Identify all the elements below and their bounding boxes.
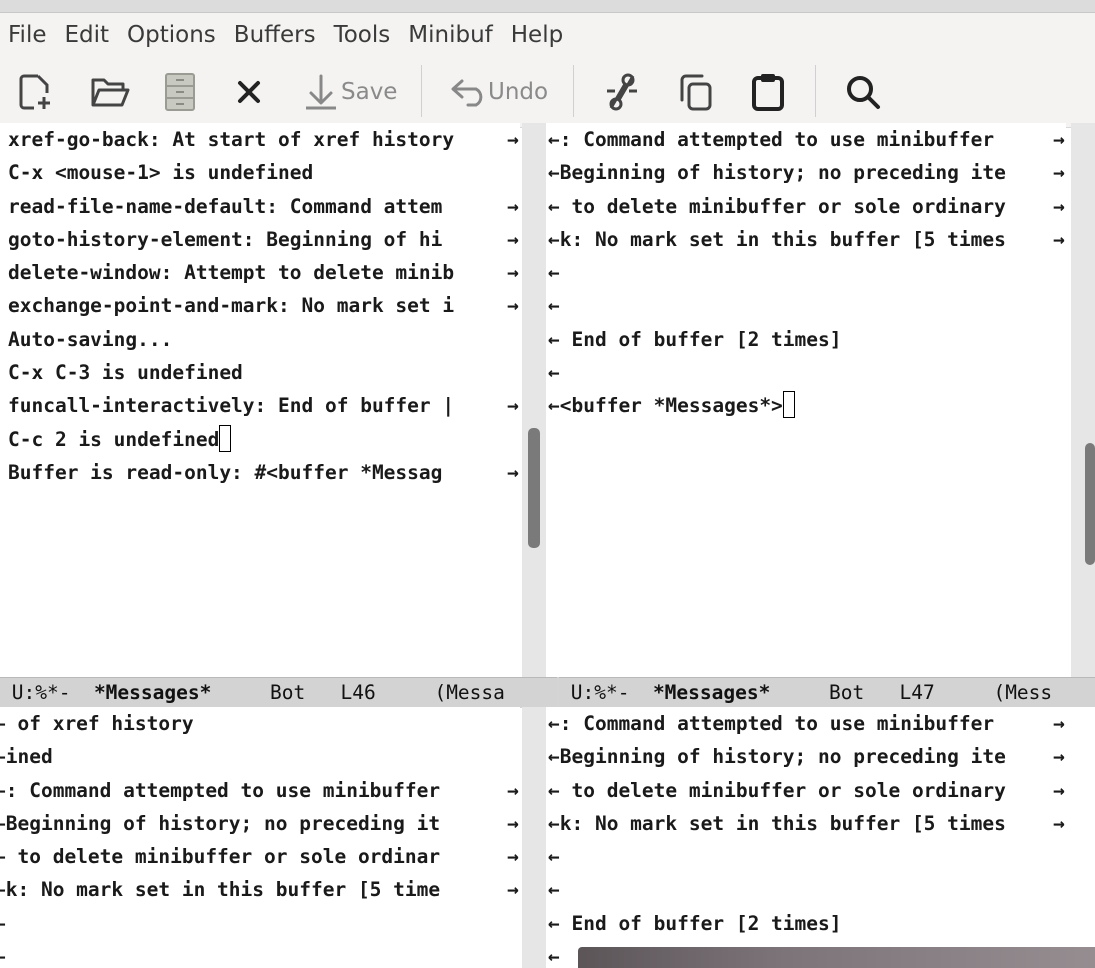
menu-file[interactable]: File (0, 22, 56, 48)
message-line: ← (0, 940, 520, 968)
overlapping-window-edge (578, 947, 1095, 968)
message-line: ← of xref history (0, 712, 194, 735)
kill-buffer-button[interactable] (236, 57, 262, 127)
clipboard-icon (750, 72, 786, 112)
file-cabinet-icon (163, 72, 197, 112)
search-button[interactable] (843, 57, 883, 127)
menu-minibuf[interactable]: Minibuf (399, 22, 501, 48)
copy-button[interactable] (676, 57, 714, 127)
save-label: Save (341, 79, 398, 105)
message-line: ←: Command attempted to use minibuffer → (548, 123, 1066, 157)
scissors-icon (603, 71, 641, 113)
window-title-strip (0, 0, 1095, 13)
message-line: ← (548, 294, 560, 318)
new-file-icon (18, 73, 54, 111)
message-line: xref-go-back: At start of xref history → (8, 123, 520, 157)
scrollbar-bottom-left[interactable] (522, 707, 546, 968)
message-line: ← to delete minibuffer or sole ordinar → (0, 840, 520, 874)
toolbar-separator (815, 65, 816, 117)
message-line: C-c 2 is undefined (8, 423, 520, 456)
menu-buffers[interactable]: Buffers (225, 22, 325, 48)
new-file-button[interactable] (18, 57, 54, 127)
mode-line-right[interactable]: U:%*- *Messages* Bot L47 (Mess (559, 677, 1095, 708)
message-line: ←k: No mark set in this buffer [5 time → (0, 873, 520, 907)
menu-edit[interactable]: Edit (56, 22, 119, 48)
tool-bar: Save Undo (0, 57, 1095, 128)
message-line: ← (548, 845, 560, 869)
message-line: ← (548, 878, 560, 902)
window-top-left[interactable]: xref-go-back: At start of xref history → … (0, 123, 520, 678)
search-icon (843, 72, 883, 112)
menu-tools[interactable]: Tools (325, 22, 400, 48)
message-line: ← (548, 361, 560, 385)
message-line: ← (0, 907, 520, 940)
message-line: Buffer is read-only: #<buffer *Messag → (8, 455, 520, 490)
message-line: delete-window: Attempt to delete minib → (8, 256, 520, 290)
save-button[interactable]: Save (303, 57, 397, 127)
message-line: Auto-saving... (8, 327, 173, 351)
menu-bar: File Edit Options Buffers Tools Minibuf … (0, 13, 1095, 57)
message-line: ←<buffer *Messages*> (548, 389, 1066, 422)
scrollbar-thumb[interactable] (1085, 443, 1095, 565)
window-bottom-left[interactable]: ← of xref history ←ined ←: Command attem… (0, 707, 520, 968)
dired-button[interactable] (163, 57, 197, 127)
menu-options[interactable]: Options (118, 22, 225, 48)
message-line: C-x C-3 is undefined (8, 361, 243, 385)
message-line: ← to delete minibuffer or sole ordinary → (548, 773, 1095, 807)
message-line: ← End of buffer [2 times] (548, 911, 842, 935)
undo-label: Undo (488, 79, 549, 105)
text-cursor (782, 391, 795, 419)
mode-line-left[interactable]: U:%*- *Messages* Bot L46 (Messa (0, 677, 557, 708)
message-line: ←: Command attempted to use minibuffer → (0, 773, 520, 807)
scrollbar-top-right[interactable] (1071, 123, 1095, 678)
message-line: ←k: No mark set in this buffer [5 times → (548, 222, 1066, 257)
message-line: ←: Command attempted to use minibuffer → (548, 707, 1095, 741)
message-line: ←Beginning of history; no preceding it → (0, 806, 520, 841)
save-arrow-icon (303, 72, 339, 112)
message-line: funcall-interactively: End of buffer | → (8, 389, 520, 423)
toolbar-separator (421, 65, 422, 117)
close-icon (236, 79, 262, 105)
cut-button[interactable] (603, 57, 641, 127)
undo-arrow-icon (450, 77, 490, 107)
message-line: read-file-name-default: Command attem → (8, 189, 520, 223)
message-line: ←Beginning of history; no preceding ite → (548, 740, 1095, 774)
menu-help[interactable]: Help (502, 22, 572, 48)
scrollbar-top-left[interactable] (522, 123, 546, 678)
text-cursor (219, 424, 232, 452)
message-line: C-x <mouse-1> is undefined (8, 161, 314, 185)
message-line: ←Beginning of history; no preceding ite → (548, 156, 1066, 190)
message-line: ← (548, 261, 560, 285)
undo-button[interactable]: Undo (450, 57, 548, 127)
scrollbar-thumb[interactable] (528, 428, 540, 548)
message-line: exchange-point-and-mark: No mark set i → (8, 289, 520, 323)
message-line: ← to delete minibuffer or sole ordinary → (548, 189, 1066, 223)
toolbar-separator (573, 65, 574, 117)
copy-icon (676, 72, 714, 112)
open-folder-icon (90, 75, 130, 109)
message-line: goto-history-element: Beginning of hi → (8, 222, 520, 257)
paste-button[interactable] (750, 57, 786, 127)
message-line: ←k: No mark set in this buffer [5 times → (548, 806, 1095, 841)
message-line: ← End of buffer [2 times] (548, 327, 842, 351)
open-file-button[interactable] (90, 57, 130, 127)
message-line: ←ined (0, 745, 53, 769)
window-bottom-right[interactable]: ←: Command attempted to use minibuffer →… (546, 707, 1095, 968)
window-top-right[interactable]: ←: Command attempted to use minibuffer →… (546, 123, 1066, 678)
